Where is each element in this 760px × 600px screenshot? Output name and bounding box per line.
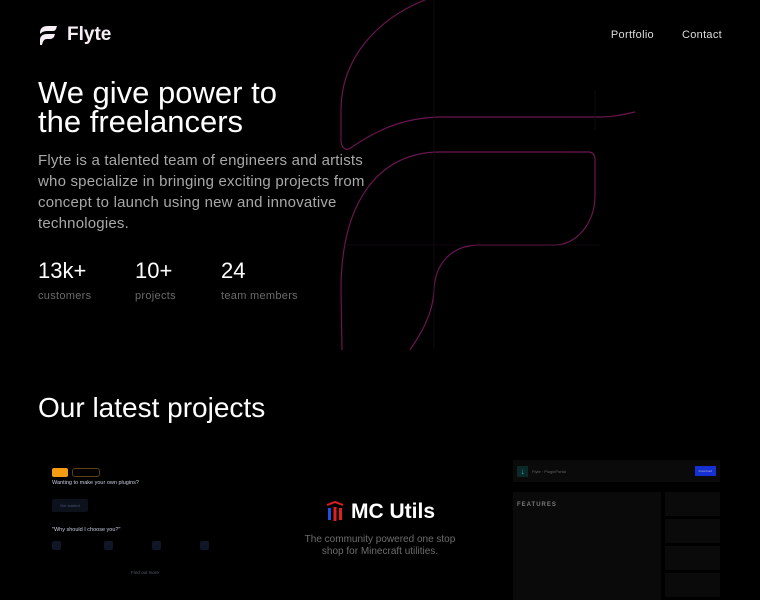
hero-description: Flyte is a talented team of engineers an… — [38, 152, 365, 232]
stats: 13k+ customers 10+ projects 24 team members — [38, 258, 298, 302]
badge — [52, 468, 69, 477]
project-name: MC Utils — [351, 500, 435, 523]
projects-heading: Our latest projects — [38, 392, 266, 423]
hero-title-line2: the freelancers — [38, 104, 244, 139]
project-sidebar — [665, 492, 720, 600]
stat-value: 24 — [221, 258, 246, 283]
project-text — [52, 489, 238, 494]
stat-label: team members — [221, 290, 298, 302]
download-button[interactable]: Download — [694, 466, 716, 476]
nav-contact[interactable]: Contact — [682, 29, 722, 41]
find-out-more-link[interactable]: Find out more — [40, 570, 250, 575]
download-icon: ↓ — [517, 465, 528, 477]
project-heading: Wanting to make your own plugins? — [52, 480, 139, 486]
features-heading: FEATURES — [517, 502, 557, 508]
flyte-logo-icon — [40, 25, 57, 45]
project-main-panel: FEATURES — [513, 492, 661, 600]
project-card-plugin-portal[interactable]: ↓ Flyte · PluginPortal Download FEATURES — [513, 460, 720, 600]
feature-list — [52, 541, 238, 560]
project-description: The community powered one stop shop for … — [304, 534, 456, 557]
nav-portfolio[interactable]: Portfolio — [611, 29, 654, 41]
stat-label: projects — [135, 290, 176, 302]
brand-logo[interactable]: Flyte — [38, 24, 111, 46]
stat-label: customers — [38, 290, 92, 302]
stat-team: 24 team members — [221, 258, 298, 302]
mc-utils-logo-icon — [326, 501, 344, 521]
brand-name: Flyte — [67, 24, 112, 45]
main-nav: Portfolio Contact — [611, 29, 722, 41]
badge — [72, 468, 100, 477]
project-card-plugins[interactable]: Wanting to make your own plugins? Get st… — [40, 460, 250, 600]
stat-projects: 10+ projects — [135, 258, 221, 302]
project-title: Flyte · PluginPortal — [532, 468, 566, 474]
stat-value: 10+ — [135, 258, 173, 283]
stat-value: 13k+ — [38, 258, 87, 283]
stat-customers: 13k+ customers — [38, 258, 135, 302]
project-card-mc-utils[interactable]: MC Utils The community powered one stop … — [300, 460, 460, 600]
project-subheading: "Why should I choose you?" — [52, 527, 121, 533]
hero-title: We give power to the freelancers — [38, 77, 277, 139]
site-header: Flyte Portfolio Contact — [38, 22, 722, 48]
get-started-button[interactable]: Get started — [52, 499, 88, 512]
